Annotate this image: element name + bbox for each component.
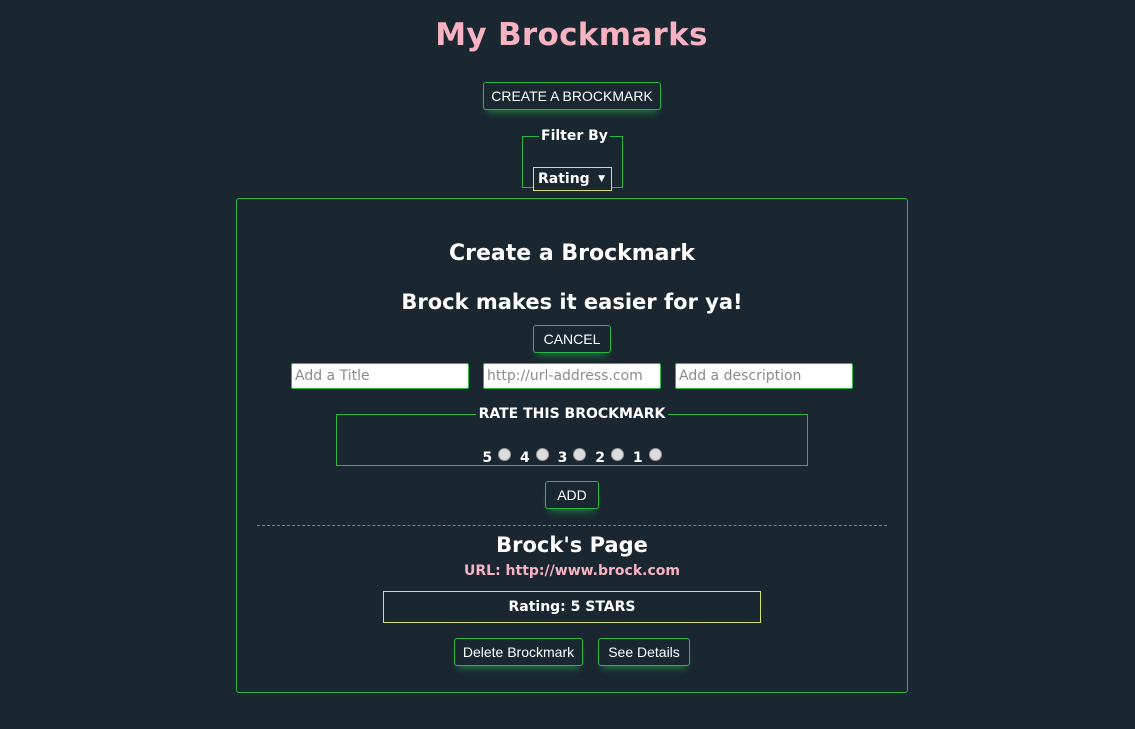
rating-option-label: 2 xyxy=(595,450,605,466)
app-title: My Brockmarks xyxy=(435,17,708,53)
add-button[interactable]: ADD xyxy=(545,481,599,509)
filter-group: Filter By Rating ▼ xyxy=(522,128,623,191)
bookmark-title: Brock's Page xyxy=(496,533,648,557)
page: My Brockmarks CREATE A BROCKMARK Filter … xyxy=(0,0,1135,729)
radio-button[interactable] xyxy=(498,448,512,461)
rating-option-label: 3 xyxy=(557,450,568,466)
radio-button[interactable] xyxy=(648,448,662,461)
url-input[interactable] xyxy=(483,363,661,389)
description-input[interactable] xyxy=(675,363,853,389)
radio-button[interactable] xyxy=(573,448,587,461)
see-details-button[interactable]: See Details xyxy=(598,638,690,666)
bookmark-rating: Rating: 5 STARS xyxy=(383,591,761,623)
create-brockmark-button[interactable]: CREATE A BROCKMARK xyxy=(483,82,661,110)
rating-option-label: 4 xyxy=(520,450,530,466)
rating-option-label: 1 xyxy=(632,450,643,466)
filter-select[interactable]: Rating ▼ xyxy=(533,167,612,191)
bookmark-url: URL: http://www.brock.com xyxy=(464,563,680,579)
cancel-button[interactable]: CANCEL xyxy=(533,325,611,353)
radio-button[interactable] xyxy=(611,448,624,461)
rating-options: 5 4 3 2 1 xyxy=(337,448,807,466)
rating-option-2[interactable]: 2 xyxy=(595,448,624,466)
caret-down-icon: ▼ xyxy=(598,174,605,184)
radio-button[interactable] xyxy=(535,448,549,461)
form-title: Create a Brockmark xyxy=(448,241,696,266)
title-input[interactable] xyxy=(291,363,469,389)
filter-selected-value: Rating xyxy=(538,171,590,187)
filter-legend: Filter By xyxy=(541,128,608,144)
rating-group: RATE THIS BROCKMARK 5 4 3 2 1 xyxy=(336,406,808,466)
delete-brockmark-button[interactable]: Delete Brockmark xyxy=(454,638,583,666)
rating-option-4[interactable]: 4 xyxy=(520,448,549,466)
rating-option-3[interactable]: 3 xyxy=(558,448,587,466)
rating-option-1[interactable]: 1 xyxy=(633,448,662,466)
rating-option-5[interactable]: 5 xyxy=(482,448,512,466)
divider xyxy=(257,525,887,526)
form-subtitle: Brock makes it easier for ya! xyxy=(401,290,743,314)
rating-option-label: 5 xyxy=(482,450,493,466)
rating-legend: RATE THIS BROCKMARK xyxy=(478,406,666,422)
